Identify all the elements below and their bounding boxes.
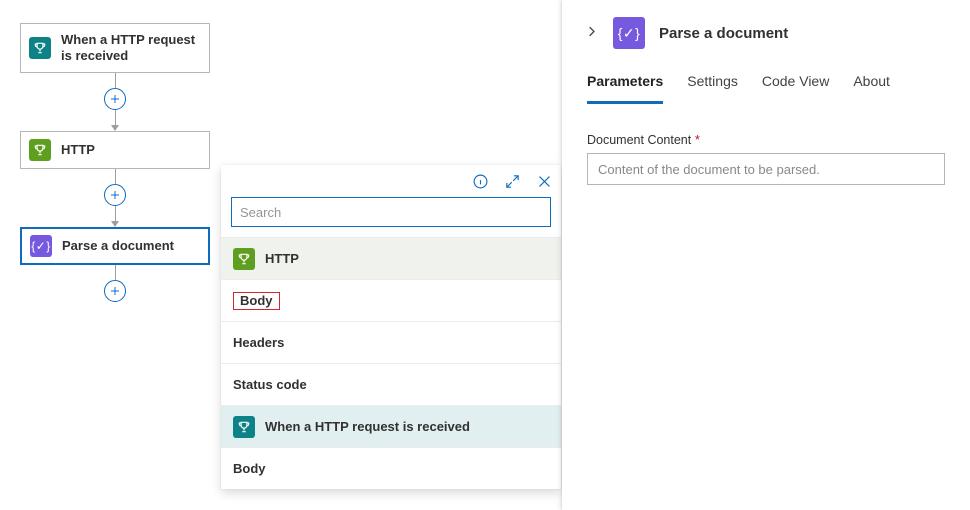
popup-toolbar <box>221 165 561 193</box>
search-input[interactable] <box>231 197 551 227</box>
flow-node-label: Parse a document <box>62 238 174 254</box>
section-label: HTTP <box>265 251 299 266</box>
config-panel: {✓} Parse a document Parameters Settings… <box>562 0 970 510</box>
trophy-icon <box>233 416 255 438</box>
flow-node-label: When a HTTP request is received <box>61 32 201 65</box>
tab-about[interactable]: About <box>853 73 890 104</box>
required-indicator: * <box>695 132 700 147</box>
tab-code-view[interactable]: Code View <box>762 73 829 104</box>
curly-braces-icon: {✓} <box>613 17 645 49</box>
connector <box>20 169 210 227</box>
flow-canvas: When a HTTP request is received HTTP {✓}… <box>20 23 210 302</box>
curly-braces-icon: {✓} <box>30 235 52 257</box>
flow-node-http[interactable]: HTTP <box>20 131 210 169</box>
flow-node-trigger[interactable]: When a HTTP request is received <box>20 23 210 73</box>
flow-node-parse-document[interactable]: {✓} Parse a document <box>20 227 210 265</box>
panel-header: {✓} Parse a document <box>562 0 970 63</box>
dynamic-content-item-headers[interactable]: Headers <box>221 321 561 363</box>
add-action-button[interactable] <box>104 88 126 110</box>
panel-title: Parse a document <box>659 25 788 42</box>
trophy-icon <box>29 139 51 161</box>
arrowhead-icon <box>111 221 119 227</box>
flow-node-label: HTTP <box>61 142 95 158</box>
highlighted-item: Body <box>233 292 280 310</box>
close-icon[interactable] <box>535 172 553 190</box>
tab-parameters[interactable]: Parameters <box>587 73 663 104</box>
item-label: Body <box>233 461 266 476</box>
dynamic-content-item-body-2[interactable]: Body <box>221 447 561 489</box>
section-label: When a HTTP request is received <box>265 419 470 434</box>
item-label: Status code <box>233 377 307 392</box>
panel-tabs: Parameters Settings Code View About <box>562 63 970 104</box>
add-action-button[interactable] <box>104 280 126 302</box>
chevron-right-icon[interactable] <box>584 24 599 42</box>
arrowhead-icon <box>111 125 119 131</box>
dynamic-content-item-body[interactable]: Body <box>221 279 561 321</box>
connector <box>20 265 210 302</box>
dynamic-content-item-status-code[interactable]: Status code <box>221 363 561 405</box>
document-content-input[interactable] <box>587 153 945 185</box>
dynamic-content-section-trigger[interactable]: When a HTTP request is received <box>221 405 561 447</box>
info-icon[interactable] <box>471 172 489 190</box>
trophy-icon <box>233 248 255 270</box>
field-document-content: Document Content * <box>562 104 970 185</box>
dynamic-content-section-http[interactable]: HTTP <box>221 237 561 279</box>
connector <box>20 73 210 131</box>
expand-icon[interactable] <box>503 172 521 190</box>
item-label: Headers <box>233 335 284 350</box>
add-action-button[interactable] <box>104 184 126 206</box>
tab-settings[interactable]: Settings <box>687 73 738 104</box>
field-label: Document Content <box>587 133 691 147</box>
dynamic-content-popup: HTTP Body Headers Status code When a HTT… <box>221 165 561 489</box>
trophy-icon <box>29 37 51 59</box>
